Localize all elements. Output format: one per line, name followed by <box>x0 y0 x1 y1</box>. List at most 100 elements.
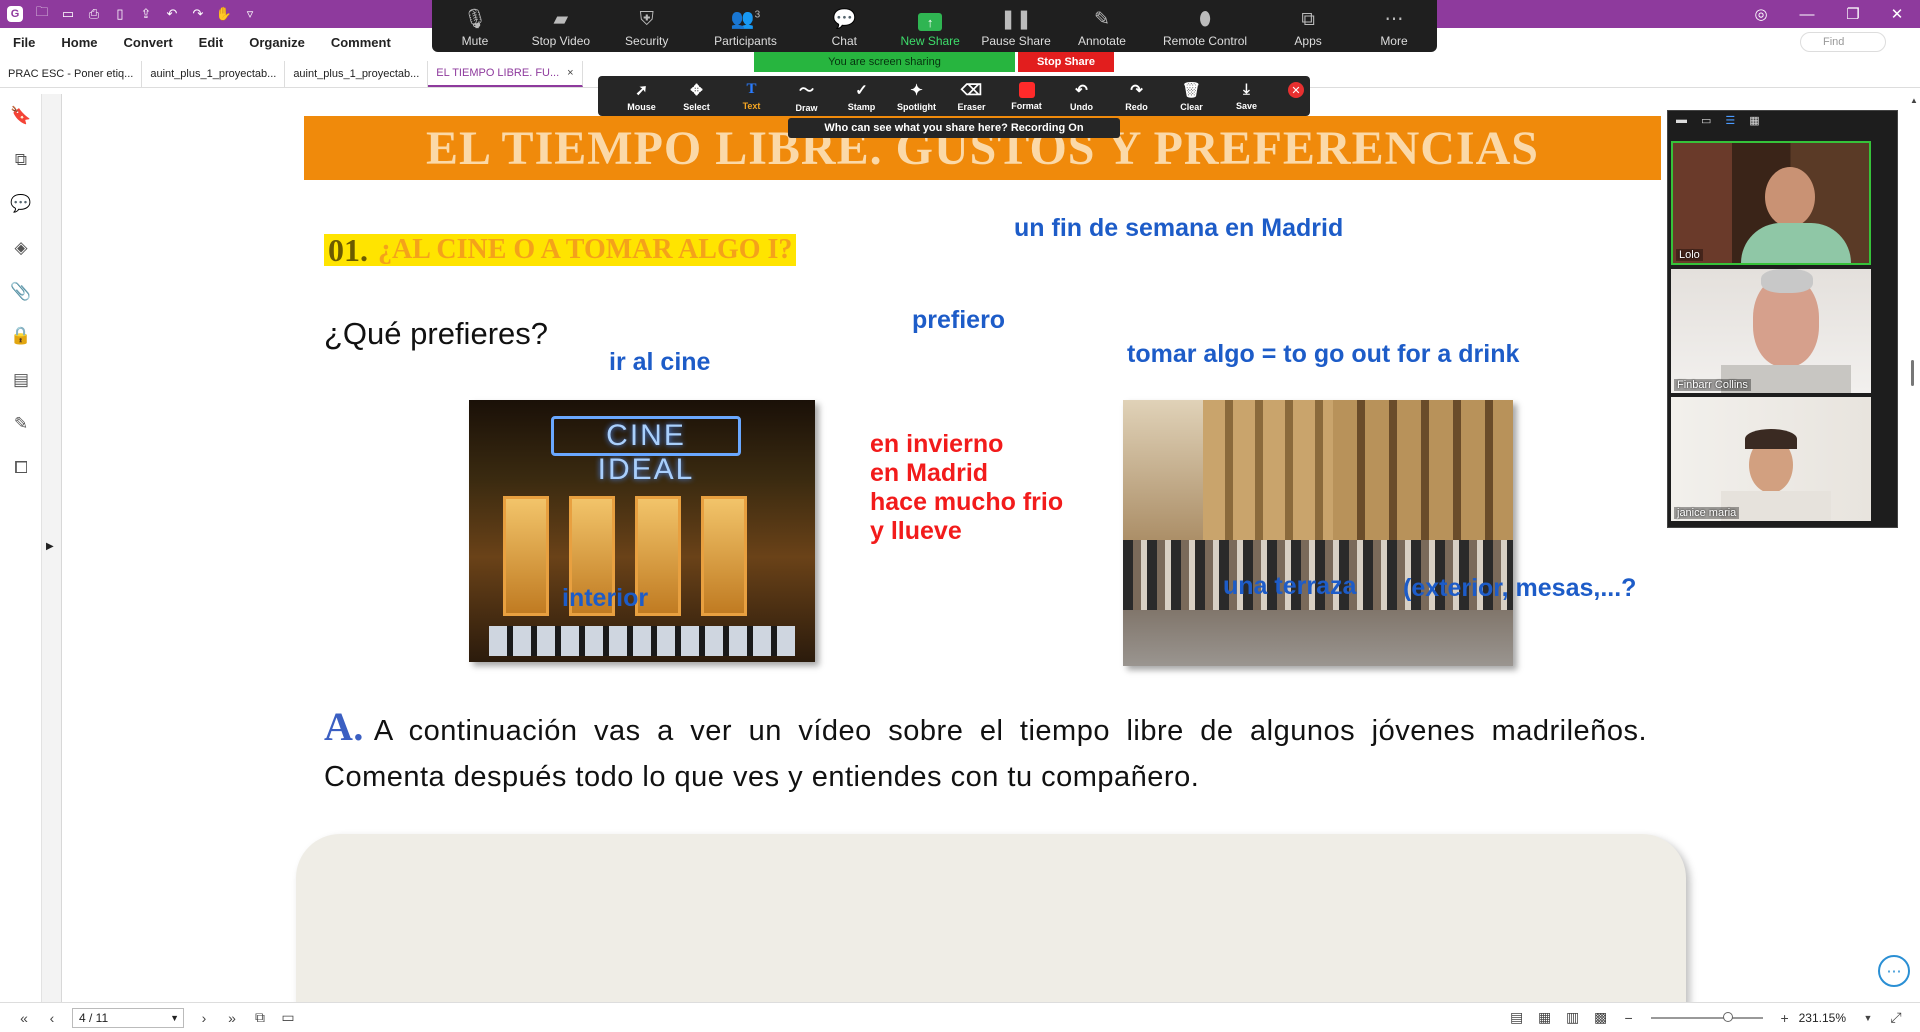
pages-icon[interactable]: ⧉ <box>0 138 42 182</box>
stop-video-button[interactable]: ▰ Stop Video <box>518 0 604 52</box>
annot-save-button[interactable]: ⤓ Save <box>1219 76 1274 116</box>
redo-icon[interactable]: ↷ <box>185 0 211 28</box>
annotation-ir-cine[interactable]: ir al cine <box>609 348 710 377</box>
compare-icon[interactable]: ⧠ <box>0 446 42 490</box>
annot-text-button[interactable]: T Text <box>724 76 779 116</box>
annot-draw-button[interactable]: 〜 Draw <box>779 76 834 116</box>
security-lock-icon[interactable]: 🔒 <box>0 314 42 358</box>
who-can-see-banner[interactable]: Who can see what you share here? Recordi… <box>788 118 1120 138</box>
last-page-icon[interactable]: » <box>218 1010 246 1026</box>
annot-format-button[interactable]: Format <box>999 76 1054 116</box>
annotation-fin-semana[interactable]: un fin de semana en Madrid <box>1014 214 1343 243</box>
more-button[interactable]: ⋯ More <box>1351 0 1437 52</box>
zoom-slider[interactable] <box>1650 1011 1763 1022</box>
annotation-prefiero[interactable]: prefiero <box>912 306 1005 335</box>
annotation-terraza[interactable]: una terraza <box>1223 572 1356 601</box>
annotation-tomar-algo[interactable]: tomar algo = to go out for a drink <box>1127 340 1519 369</box>
annot-redo-button[interactable]: ↷ Redo <box>1109 76 1164 116</box>
apps-button[interactable]: ⧉ Apps <box>1265 0 1351 52</box>
stop-share-button[interactable]: Stop Share <box>1018 52 1114 72</box>
first-page-icon[interactable]: « <box>10 1010 38 1026</box>
facing-page-icon[interactable]: ▥ <box>1559 1009 1587 1026</box>
strip-view-icon[interactable]: ☰ <box>1725 114 1735 127</box>
speaker-view-icon[interactable]: ▭ <box>1701 114 1711 127</box>
print-icon[interactable]: ⎙ <box>81 0 107 28</box>
tab-close-icon[interactable]: × <box>567 67 573 79</box>
menu-home[interactable]: Home <box>48 35 110 50</box>
comments-icon[interactable]: 💬 <box>0 182 42 226</box>
single-page-icon[interactable]: ▤ <box>1503 1009 1531 1026</box>
customize-icon[interactable]: ▿ <box>237 0 263 28</box>
sidebar-collapse-gutter[interactable]: ▶ <box>42 94 62 1002</box>
expand-arrow-icon[interactable]: ▶ <box>46 541 54 552</box>
tab-prac-esc[interactable]: PRAC ESC - Poner etiq... <box>0 61 143 87</box>
annot-undo-button[interactable]: ↶ Undo <box>1054 76 1109 116</box>
annot-clear-button[interactable]: 🗑 Clear <box>1164 76 1219 116</box>
tab-tiempo-libre[interactable]: EL TIEMPO LIBRE. FU... × <box>428 61 583 87</box>
annotation-exterior[interactable]: (exterior, mesas,...? <box>1403 574 1636 603</box>
close-annotation-icon[interactable]: ✕ <box>1288 82 1304 98</box>
menu-edit[interactable]: Edit <box>186 35 237 50</box>
vertical-scrollbar[interactable]: ▲ <box>1906 94 1920 1002</box>
menu-organize[interactable]: Organize <box>236 35 318 50</box>
participant-video-janice[interactable]: janice maria <box>1671 397 1871 521</box>
annot-mouse-button[interactable]: ➚ Mouse <box>614 76 669 116</box>
document-icon[interactable]: ▤ <box>0 358 42 402</box>
next-page-icon[interactable]: › <box>190 1010 218 1026</box>
prev-page-icon[interactable]: ‹ <box>38 1010 66 1026</box>
export-icon[interactable]: ⇪ <box>133 0 159 28</box>
participants-button[interactable]: 👥3 Participants <box>690 0 802 52</box>
minimize-button[interactable]: — <box>1784 0 1830 28</box>
signature-icon[interactable]: ✎ <box>0 402 42 446</box>
mute-button[interactable]: 🎙 Mute <box>432 0 518 52</box>
zoom-in-icon[interactable]: + <box>1771 1010 1799 1026</box>
annot-spotlight-button[interactable]: ✦ Spotlight <box>889 76 944 116</box>
fullscreen-icon[interactable]: ⤢ <box>1882 1009 1910 1026</box>
layers-icon[interactable]: ◈ <box>0 226 42 270</box>
scroll-up-icon[interactable]: ▲ <box>1910 96 1918 105</box>
annotation-interior[interactable]: interior <box>562 584 648 613</box>
bookmark-icon[interactable]: 🔖 <box>0 94 42 138</box>
account-icon[interactable]: ◎ <box>1738 0 1784 28</box>
continuous-facing-icon[interactable]: ▩ <box>1587 1009 1615 1026</box>
security-button[interactable]: ⛨ Security <box>604 0 690 52</box>
assistant-chat-icon[interactable]: ⋯ <box>1878 955 1910 987</box>
page-dropdown-icon[interactable]: ▼ <box>170 1013 179 1023</box>
menu-convert[interactable]: Convert <box>111 35 186 50</box>
page-number-input[interactable]: 4 / 11 ▼ <box>72 1007 184 1028</box>
save-icon[interactable]: ▭ <box>55 0 81 28</box>
menu-file[interactable]: File <box>0 35 48 50</box>
zoom-out-icon[interactable]: − <box>1615 1010 1643 1026</box>
gallery-view-icon[interactable]: ▦ <box>1749 114 1759 127</box>
chat-button[interactable]: 💬 Chat <box>801 0 887 52</box>
annot-select-button[interactable]: ✥ Select <box>669 76 724 116</box>
annotate-button[interactable]: ✎ Annotate <box>1059 0 1145 52</box>
menu-comment[interactable]: Comment <box>318 35 404 50</box>
annot-eraser-button[interactable]: ⌫ Eraser <box>944 76 999 116</box>
page-view-icon[interactable]: ▭ <box>274 1009 302 1026</box>
duplicate-page-icon[interactable]: ⧉ <box>246 1009 274 1026</box>
pause-share-button[interactable]: ❚❚ Pause Share <box>973 0 1059 52</box>
scroll-thumb[interactable] <box>1911 360 1914 386</box>
find-input[interactable]: Find <box>1800 32 1886 52</box>
remote-control-button[interactable]: ⬮ Remote Control <box>1145 0 1265 52</box>
participant-video-finbarr[interactable]: Finbarr Collins <box>1671 269 1871 393</box>
new-share-button[interactable]: ↑ New Share <box>887 0 973 52</box>
restore-button[interactable]: ❐ <box>1830 0 1876 28</box>
zoom-level[interactable]: 231.15% <box>1799 1011 1846 1025</box>
close-window-button[interactable]: ✕ <box>1874 0 1920 28</box>
new-doc-icon[interactable]: ▯ <box>107 0 133 28</box>
undo-icon[interactable]: ↶ <box>159 0 185 28</box>
continuous-page-icon[interactable]: ▦ <box>1531 1009 1559 1026</box>
participant-video-lolo[interactable]: Lolo <box>1671 141 1871 265</box>
hand-tool-icon[interactable]: ✋ <box>211 0 237 28</box>
zoom-slider-knob[interactable] <box>1722 1011 1733 1022</box>
tab-auint-1[interactable]: auint_plus_1_proyectab... <box>142 61 286 87</box>
zoom-dropdown-icon[interactable]: ▼ <box>1854 1013 1882 1023</box>
attachment-icon[interactable]: 📎 <box>0 270 42 314</box>
annot-stamp-button[interactable]: ✓ Stamp <box>834 76 889 116</box>
minimize-panel-icon[interactable]: ▬ <box>1676 114 1687 126</box>
open-folder-icon[interactable]: 🗀 <box>29 0 55 28</box>
annotation-red-block[interactable]: en invierno en Madrid hace mucho frio y … <box>870 430 1063 546</box>
tab-auint-2[interactable]: auint_plus_1_proyectab... <box>285 61 429 87</box>
